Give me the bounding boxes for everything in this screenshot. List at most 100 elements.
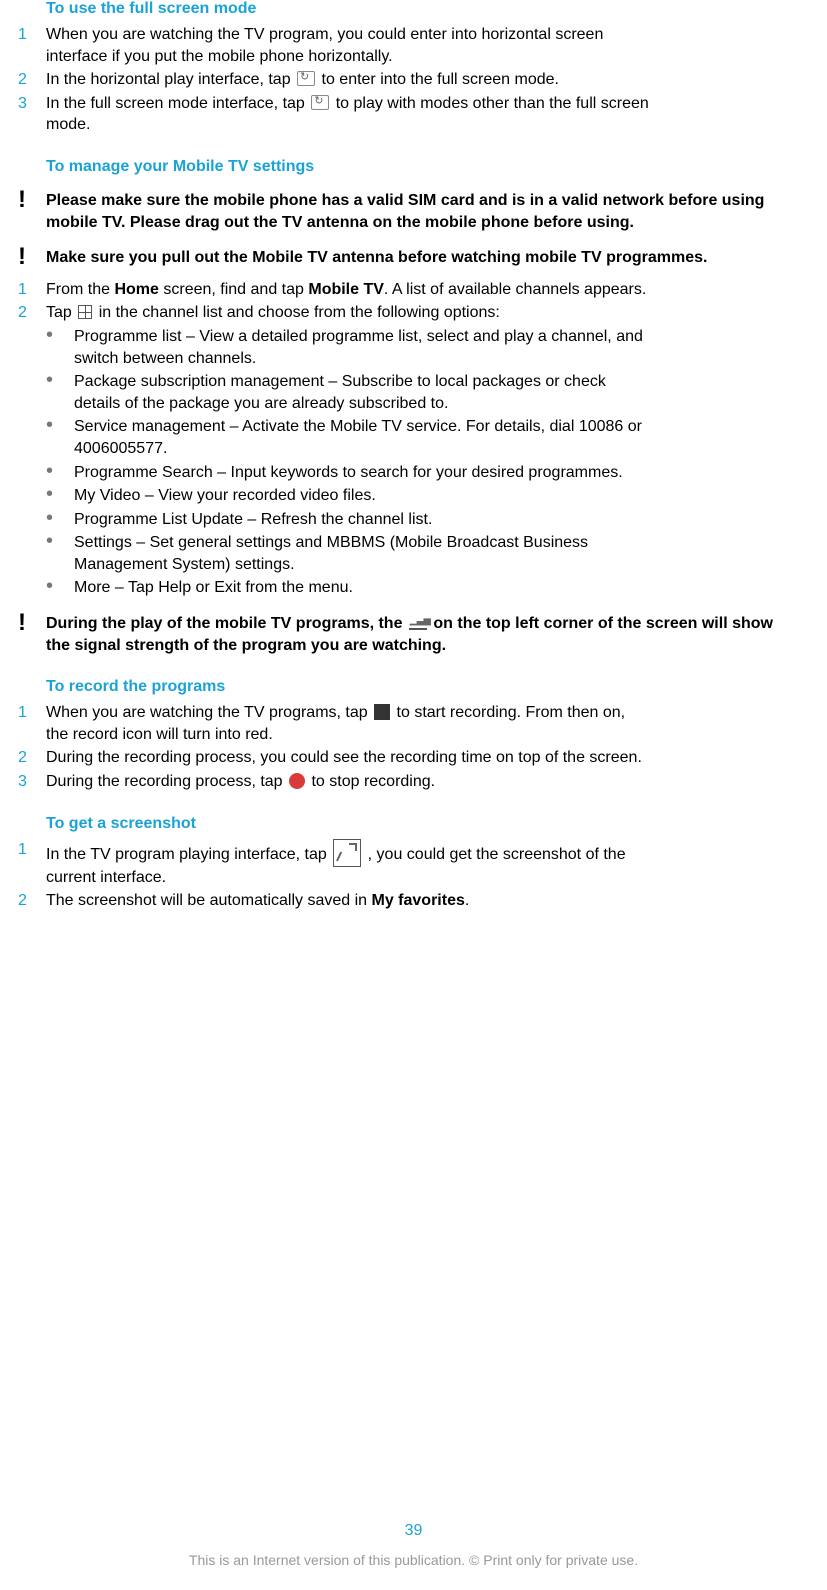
- note-block: ! Please make sure the mobile phone has …: [18, 190, 809, 233]
- stop-record-icon: [289, 773, 305, 789]
- note-text: Please make sure the mobile phone has a …: [46, 190, 809, 233]
- text: , you could get the screenshot of the: [368, 846, 626, 863]
- text: to play with modes other than the full s…: [336, 95, 649, 112]
- channel-grid-icon: [78, 305, 92, 319]
- step-row: 1 From the Home screen, find and tap Mob…: [18, 279, 809, 301]
- note-block: ! Make sure you pull out the Mobile TV a…: [18, 247, 809, 269]
- step-text: In the TV program playing interface, tap…: [46, 839, 809, 889]
- record-icon: [374, 704, 390, 720]
- bullet-text: My Video – View your recorded video file…: [74, 485, 809, 507]
- bold-text: Home: [114, 281, 158, 298]
- bullet-dot-icon: •: [46, 509, 74, 531]
- section-title-manage: To manage your Mobile TV settings: [46, 158, 809, 176]
- text: When you are watching the TV programs, t…: [46, 704, 372, 721]
- text: Tap: [46, 304, 76, 321]
- step-number: 1: [18, 24, 46, 67]
- text: During the play of the mobile TV program…: [46, 615, 407, 632]
- bullet-dot-icon: •: [46, 532, 74, 575]
- step-text: When you are watching the TV program, yo…: [46, 24, 809, 67]
- text: the signal strength of the program you a…: [46, 637, 446, 654]
- text: In the TV program playing interface, tap: [46, 846, 331, 863]
- fullscreen-toggle-icon: [311, 95, 329, 110]
- bullet-text: Programme list – View a detailed program…: [74, 326, 809, 369]
- text: mobile TV. Please drag out the TV antenn…: [46, 214, 634, 231]
- step-text: In the horizontal play interface, tap to…: [46, 69, 809, 91]
- text: switch between channels.: [74, 350, 256, 367]
- warning-icon: !: [18, 190, 46, 233]
- text: interface if you put the mobile phone ho…: [46, 48, 393, 65]
- section-title-screenshot: To get a screenshot: [46, 815, 809, 833]
- bullet-dot-icon: •: [46, 462, 74, 484]
- bold-text: Mobile TV: [308, 281, 384, 298]
- screenshot-icon: [333, 839, 361, 867]
- step-text: During the recording process, tap to sto…: [46, 771, 809, 793]
- note-block: ! During the play of the mobile TV progr…: [18, 613, 809, 656]
- step-number: 1: [18, 839, 46, 889]
- step-text: During the recording process, you could …: [46, 747, 809, 769]
- text: When you are watching the TV program, yo…: [46, 26, 603, 43]
- step-text: From the Home screen, find and tap Mobil…: [46, 279, 809, 301]
- text: to stop recording.: [311, 773, 435, 790]
- step-row: 2 Tap in the channel list and choose fro…: [18, 302, 809, 324]
- text: From the: [46, 281, 114, 298]
- text: Package subscription management – Subscr…: [74, 373, 606, 390]
- bullet-row: • Settings – Set general settings and MB…: [46, 532, 809, 575]
- text: Make sure you pull out the Mobile TV ant…: [46, 249, 707, 266]
- text: Please make sure the mobile phone has a …: [46, 192, 764, 209]
- step-text: The screenshot will be automatically sav…: [46, 890, 809, 912]
- step-row: 1 When you are watching the TV programs,…: [18, 702, 809, 745]
- text: Management System) settings.: [74, 556, 295, 573]
- step-text: In the full screen mode interface, tap t…: [46, 93, 809, 136]
- bullet-dot-icon: •: [46, 326, 74, 369]
- step-number: 3: [18, 93, 46, 136]
- step-text: Tap in the channel list and choose from …: [46, 302, 809, 324]
- bullet-text: Settings – Set general settings and MBBM…: [74, 532, 809, 575]
- warning-icon: !: [18, 247, 46, 269]
- step-row: 3 In the full screen mode interface, tap…: [18, 93, 809, 136]
- text: In the horizontal play interface, tap: [46, 71, 295, 88]
- text: screen, find and tap: [159, 281, 308, 298]
- step-number: 2: [18, 302, 46, 324]
- warning-icon: !: [18, 613, 46, 656]
- note-text: Make sure you pull out the Mobile TV ant…: [46, 247, 809, 269]
- text: mode.: [46, 116, 90, 133]
- section-title-record: To record the programs: [46, 678, 809, 696]
- step-number: 1: [18, 702, 46, 745]
- bullet-dot-icon: •: [46, 416, 74, 459]
- text: to start recording. From then on,: [397, 704, 626, 721]
- bullet-text: Programme List Update – Refresh the chan…: [74, 509, 809, 531]
- step-text: When you are watching the TV programs, t…: [46, 702, 809, 745]
- bold-text: My favorites: [372, 892, 465, 909]
- step-number: 2: [18, 69, 46, 91]
- step-row: 1 In the TV program playing interface, t…: [18, 839, 809, 889]
- bullet-row: • Programme Search – Input keywords to s…: [46, 462, 809, 484]
- bullet-row: • My Video – View your recorded video fi…: [46, 485, 809, 507]
- step-number: 3: [18, 771, 46, 793]
- fullscreen-toggle-icon: [297, 71, 315, 86]
- text: details of the package you are already s…: [74, 395, 448, 412]
- step-row: 2 In the horizontal play interface, tap …: [18, 69, 809, 91]
- bullet-text: More – Tap Help or Exit from the menu.: [74, 577, 809, 599]
- text: 4006005577.: [74, 440, 167, 457]
- text: on the top left corner of the screen wil…: [433, 615, 773, 632]
- section-title-fullscreen: To use the full screen mode: [46, 0, 809, 18]
- footer-text: This is an Internet version of this publ…: [0, 1552, 827, 1568]
- bullet-dot-icon: •: [46, 371, 74, 414]
- text: In the full screen mode interface, tap: [46, 95, 309, 112]
- signal-strength-icon: [409, 616, 427, 630]
- text: current interface.: [46, 869, 166, 886]
- step-row: 1 When you are watching the TV program, …: [18, 24, 809, 67]
- step-row: 2 During the recording process, you coul…: [18, 747, 809, 769]
- bullet-row: • Service management – Activate the Mobi…: [46, 416, 809, 459]
- text: During the recording process, tap: [46, 773, 287, 790]
- text: . A list of available channels appears.: [384, 281, 646, 298]
- text: the record icon will turn into red.: [46, 726, 273, 743]
- document-page: To use the full screen mode 1 When you a…: [0, 0, 827, 1590]
- note-text: During the play of the mobile TV program…: [46, 613, 809, 656]
- bullet-row: • More – Tap Help or Exit from the menu.: [46, 577, 809, 599]
- text: Programme list – View a detailed program…: [74, 328, 643, 345]
- page-number: 39: [0, 1522, 827, 1540]
- step-number: 1: [18, 279, 46, 301]
- bullet-text: Programme Search – Input keywords to sea…: [74, 462, 809, 484]
- text: to enter into the full screen mode.: [322, 71, 559, 88]
